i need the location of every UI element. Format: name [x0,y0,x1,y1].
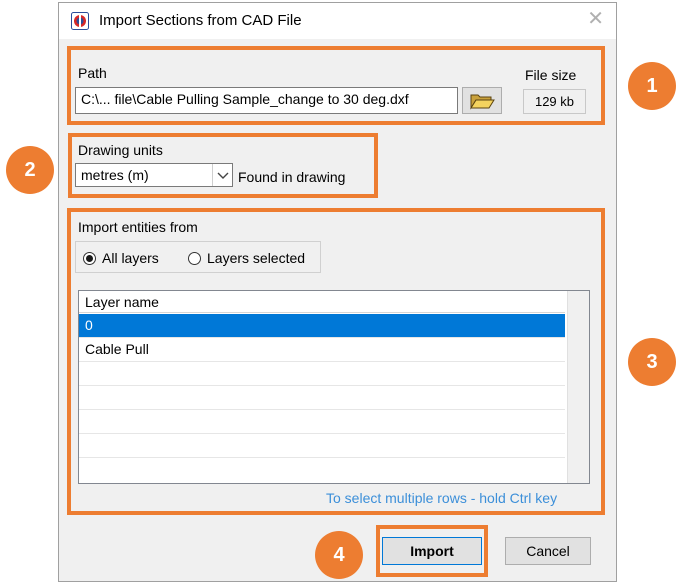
highlight-import [376,525,488,577]
annotation-badge-1: 1 [628,62,676,110]
window-title: Import Sections from CAD File [99,12,302,29]
annotation-badge-2: 2 [6,146,54,194]
title-bar: Import Sections from CAD File ✕ [59,3,616,39]
annotation-badge-3: 3 [628,338,676,386]
highlight-units [68,133,378,198]
cancel-button[interactable]: Cancel [505,537,591,565]
close-icon[interactable]: ✕ [587,9,604,29]
annotation-badge-4: 4 [315,531,363,579]
app-icon [71,12,89,30]
highlight-entities [67,208,605,515]
highlight-path [67,46,605,125]
